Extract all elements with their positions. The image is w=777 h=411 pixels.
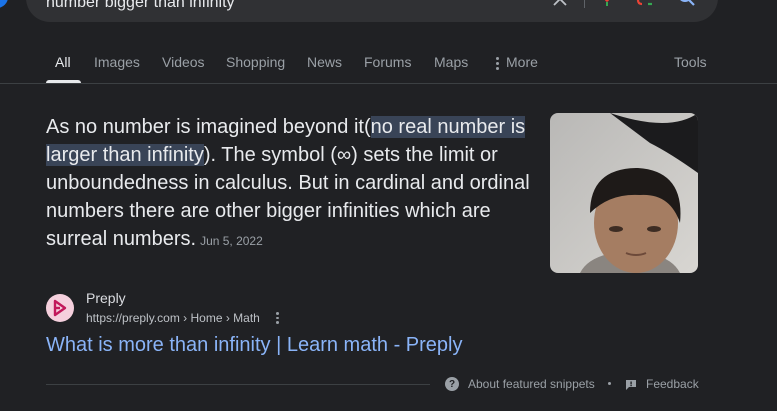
snippet-thumbnail[interactable]: [550, 113, 698, 273]
search-icon[interactable]: [678, 0, 696, 6]
search-bar-divider: [584, 0, 585, 8]
help-icon[interactable]: ?: [445, 377, 459, 391]
snippet-date: Jun 5, 2022: [200, 234, 263, 248]
feedback-link[interactable]: Feedback: [646, 377, 699, 391]
search-tabs: All Images Videos Shopping News Forums M…: [0, 44, 777, 84]
source-name[interactable]: Preply: [86, 290, 126, 306]
google-logo[interactable]: [0, 0, 8, 8]
tools-button[interactable]: Tools: [674, 54, 707, 70]
close-icon[interactable]: [550, 0, 570, 6]
snippet-text-start: As no number is imagined beyond it(: [46, 116, 371, 138]
tab-images[interactable]: Images: [94, 54, 140, 70]
tab-more-label: More: [506, 54, 538, 70]
search-bar[interactable]: number bigger than infinity: [26, 0, 718, 22]
source-url[interactable]: https://preply.com › Home › Math: [86, 311, 260, 325]
tab-more[interactable]: More: [496, 54, 538, 72]
tab-videos[interactable]: Videos: [162, 54, 205, 70]
search-input[interactable]: number bigger than infinity: [46, 0, 235, 12]
search-results-page: number bigger than infinity All Images V…: [0, 0, 777, 411]
microphone-icon[interactable]: [598, 0, 616, 6]
result-title-link[interactable]: What is more than infinity | Learn math …: [46, 334, 462, 357]
more-vertical-icon[interactable]: [272, 311, 282, 325]
tab-shopping[interactable]: Shopping: [226, 54, 285, 70]
footer-separator: [608, 382, 611, 385]
tab-maps[interactable]: Maps: [434, 54, 468, 70]
preply-favicon[interactable]: [46, 294, 74, 322]
footer-divider: [46, 384, 430, 385]
tab-news[interactable]: News: [307, 54, 342, 70]
feedback-icon[interactable]: [625, 378, 637, 390]
featured-snippet-text: As no number is imagined beyond it(no re…: [46, 113, 536, 255]
more-vertical-icon: [496, 55, 500, 72]
lens-icon[interactable]: [636, 0, 654, 6]
tabs-divider: [0, 83, 777, 84]
about-featured-snippets-link[interactable]: About featured snippets: [468, 377, 595, 391]
tab-forums[interactable]: Forums: [364, 54, 411, 70]
tab-all[interactable]: All: [55, 54, 71, 70]
